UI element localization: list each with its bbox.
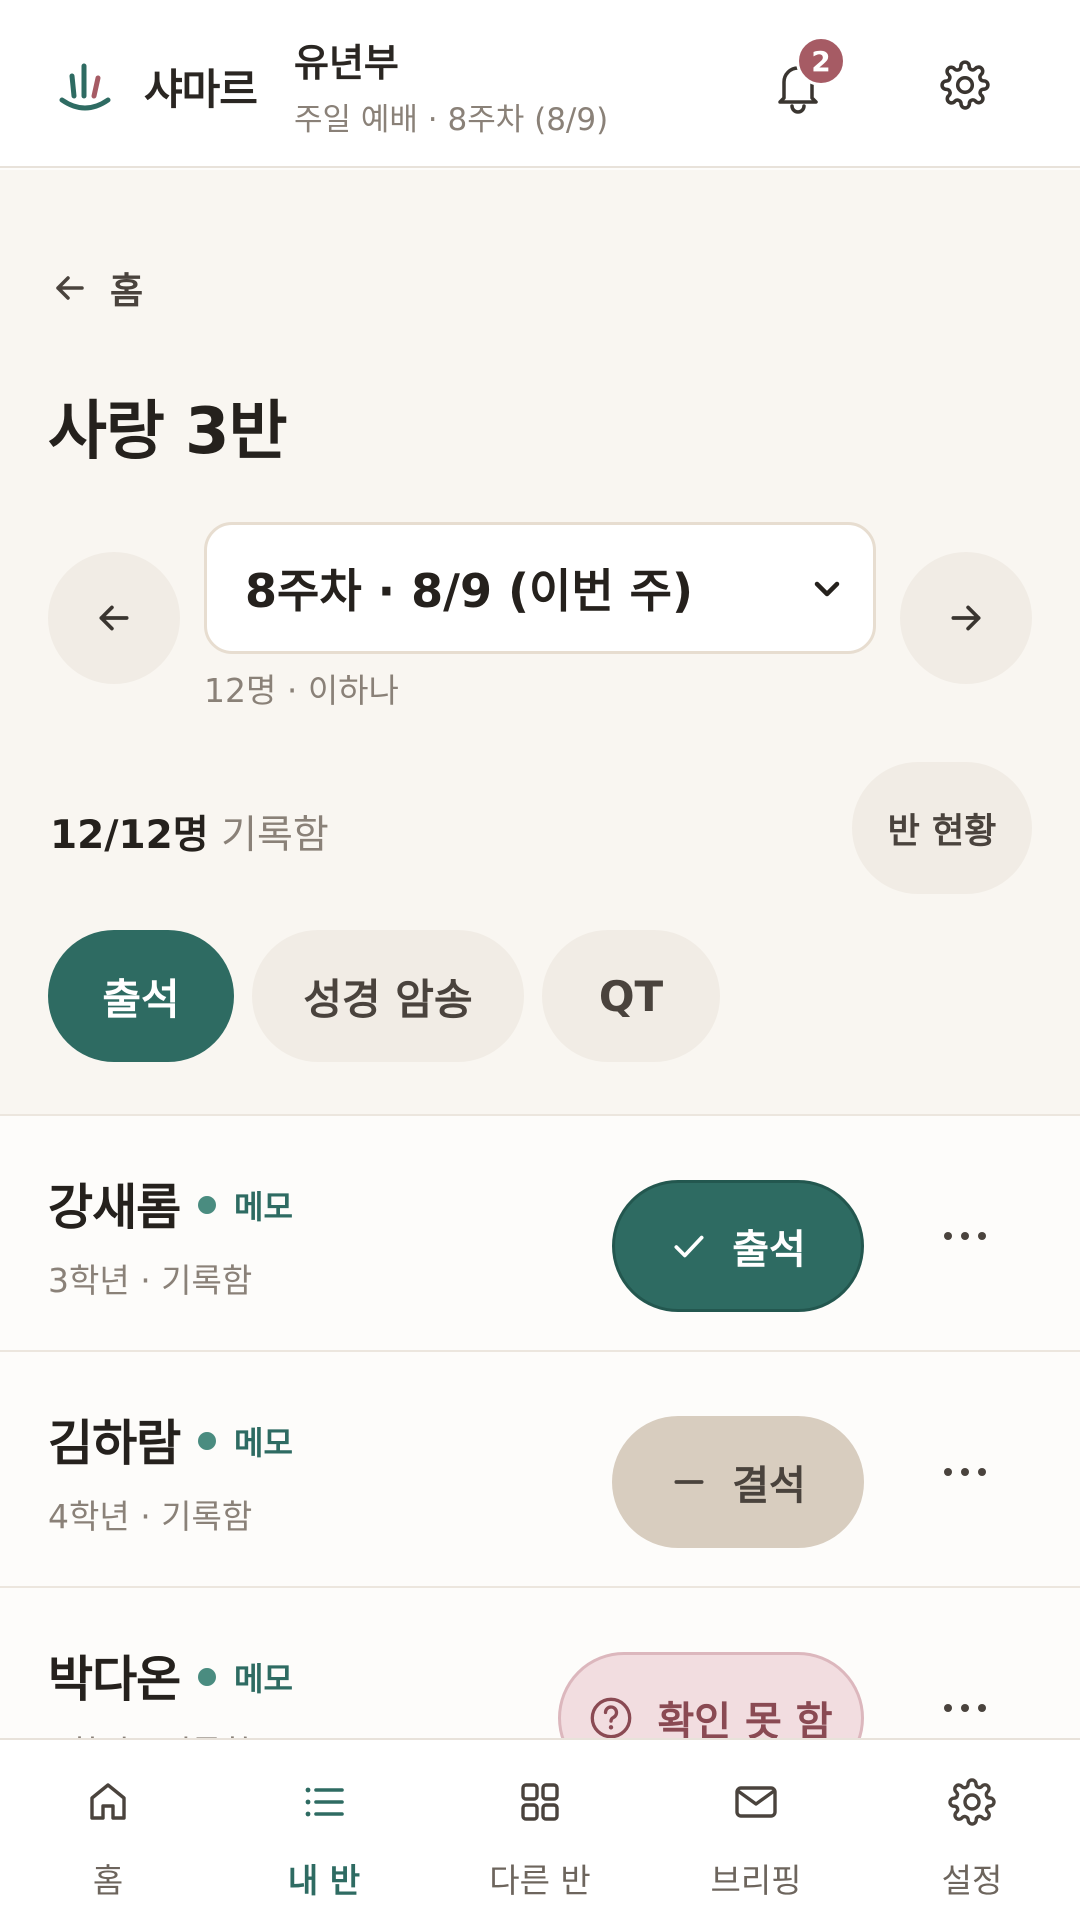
- week-selector[interactable]: 8주차 · 8/9 (이번 주): [204, 522, 876, 654]
- next-week-button[interactable]: [900, 552, 1032, 684]
- chevron-down-icon: [814, 581, 840, 597]
- app-logo-icon: [59, 63, 111, 111]
- arrow-left-icon: [56, 276, 84, 300]
- record-count: 12/12명: [50, 813, 209, 858]
- record-count-label: 기록함: [221, 813, 329, 858]
- gear-icon: [948, 1778, 996, 1826]
- class-size-teacher: 12명 · 이하나: [204, 671, 399, 710]
- nav-settings[interactable]: 설정: [864, 1740, 1080, 1920]
- class-status-button[interactable]: 반 현황: [852, 762, 1032, 894]
- student-name: 강새롬: [48, 1179, 181, 1236]
- settings-gear-icon[interactable]: [940, 60, 990, 110]
- back-to-home-link[interactable]: 홈: [52, 262, 143, 314]
- attendance-status-button[interactable]: 출석: [612, 1180, 864, 1312]
- nav-briefing[interactable]: 브리핑: [648, 1740, 864, 1920]
- nav-briefing-label: 브리핑: [710, 1861, 802, 1900]
- memo-dot: [198, 1432, 216, 1450]
- app-header: 샤마르 유년부 주일 예배 · 8주차 (8/9) 2: [0, 0, 1080, 168]
- app-name: 샤마르: [144, 65, 258, 114]
- mail-icon: [735, 1786, 777, 1818]
- nav-my-class-label: 내 반: [287, 1861, 361, 1900]
- memo-link[interactable]: 메모: [234, 1418, 293, 1464]
- back-label: 홈: [110, 271, 144, 312]
- student-meta: 3학년 · 기록함: [48, 1261, 253, 1300]
- dash-icon: [674, 1480, 704, 1484]
- list-icon: [305, 1787, 344, 1817]
- memo-dot: [198, 1196, 216, 1214]
- check-icon: [674, 1235, 704, 1258]
- more-options-icon[interactable]: [940, 1698, 990, 1718]
- arrow-left-icon: [99, 605, 129, 631]
- tab-qt[interactable]: QT: [542, 930, 720, 1062]
- nav-other-classes[interactable]: 다른 반: [432, 1740, 648, 1920]
- attendance-status-button[interactable]: 결석: [612, 1416, 864, 1548]
- nav-my-class[interactable]: 내 반: [216, 1740, 432, 1920]
- service-subline: 주일 예배 · 8주차 (8/9): [294, 102, 609, 138]
- tab-attendance[interactable]: 출석: [48, 930, 234, 1062]
- student-row: 김하람 메모 4학년 · 기록함 결석: [0, 1354, 1080, 1588]
- grid-icon: [521, 1783, 559, 1821]
- memo-dot: [198, 1668, 216, 1686]
- student-name: 박다온: [48, 1651, 181, 1708]
- student-meta: 4학년 · 기록함: [48, 1497, 253, 1536]
- student-row: 강새롬 메모 3학년 · 기록함 출석: [0, 1118, 1080, 1352]
- bottom-navigation: 홈 내 반 다른 반 브리핑 설정: [0, 1738, 1080, 1920]
- nav-settings-label: 설정: [941, 1861, 1003, 1900]
- attendance-status-label: 결석: [732, 1463, 806, 1509]
- class-title: 사랑 3반: [48, 395, 287, 469]
- more-options-icon[interactable]: [940, 1226, 990, 1246]
- memo-link[interactable]: 메모: [234, 1182, 293, 1228]
- previous-week-button[interactable]: [48, 552, 180, 684]
- attendance-status-label: 출석: [732, 1227, 806, 1273]
- home-icon: [90, 1783, 126, 1820]
- arrow-right-icon: [951, 605, 981, 631]
- nav-home[interactable]: 홈: [0, 1740, 216, 1920]
- nav-home-label: 홈: [92, 1861, 124, 1900]
- question-circle-icon: [591, 1697, 632, 1739]
- notification-badge: 2: [796, 36, 846, 86]
- nav-other-classes-label: 다른 반: [489, 1861, 591, 1900]
- memo-link[interactable]: 메모: [234, 1654, 293, 1700]
- record-summary: 12/12명 기록함: [50, 804, 329, 860]
- student-name: 김하람: [48, 1415, 181, 1472]
- department-name: 유년부: [294, 41, 399, 85]
- tab-bible-memorization[interactable]: 성경 암송: [252, 930, 524, 1062]
- week-selector-label: 8주차 · 8/9 (이번 주): [245, 564, 694, 618]
- more-options-icon[interactable]: [940, 1462, 990, 1482]
